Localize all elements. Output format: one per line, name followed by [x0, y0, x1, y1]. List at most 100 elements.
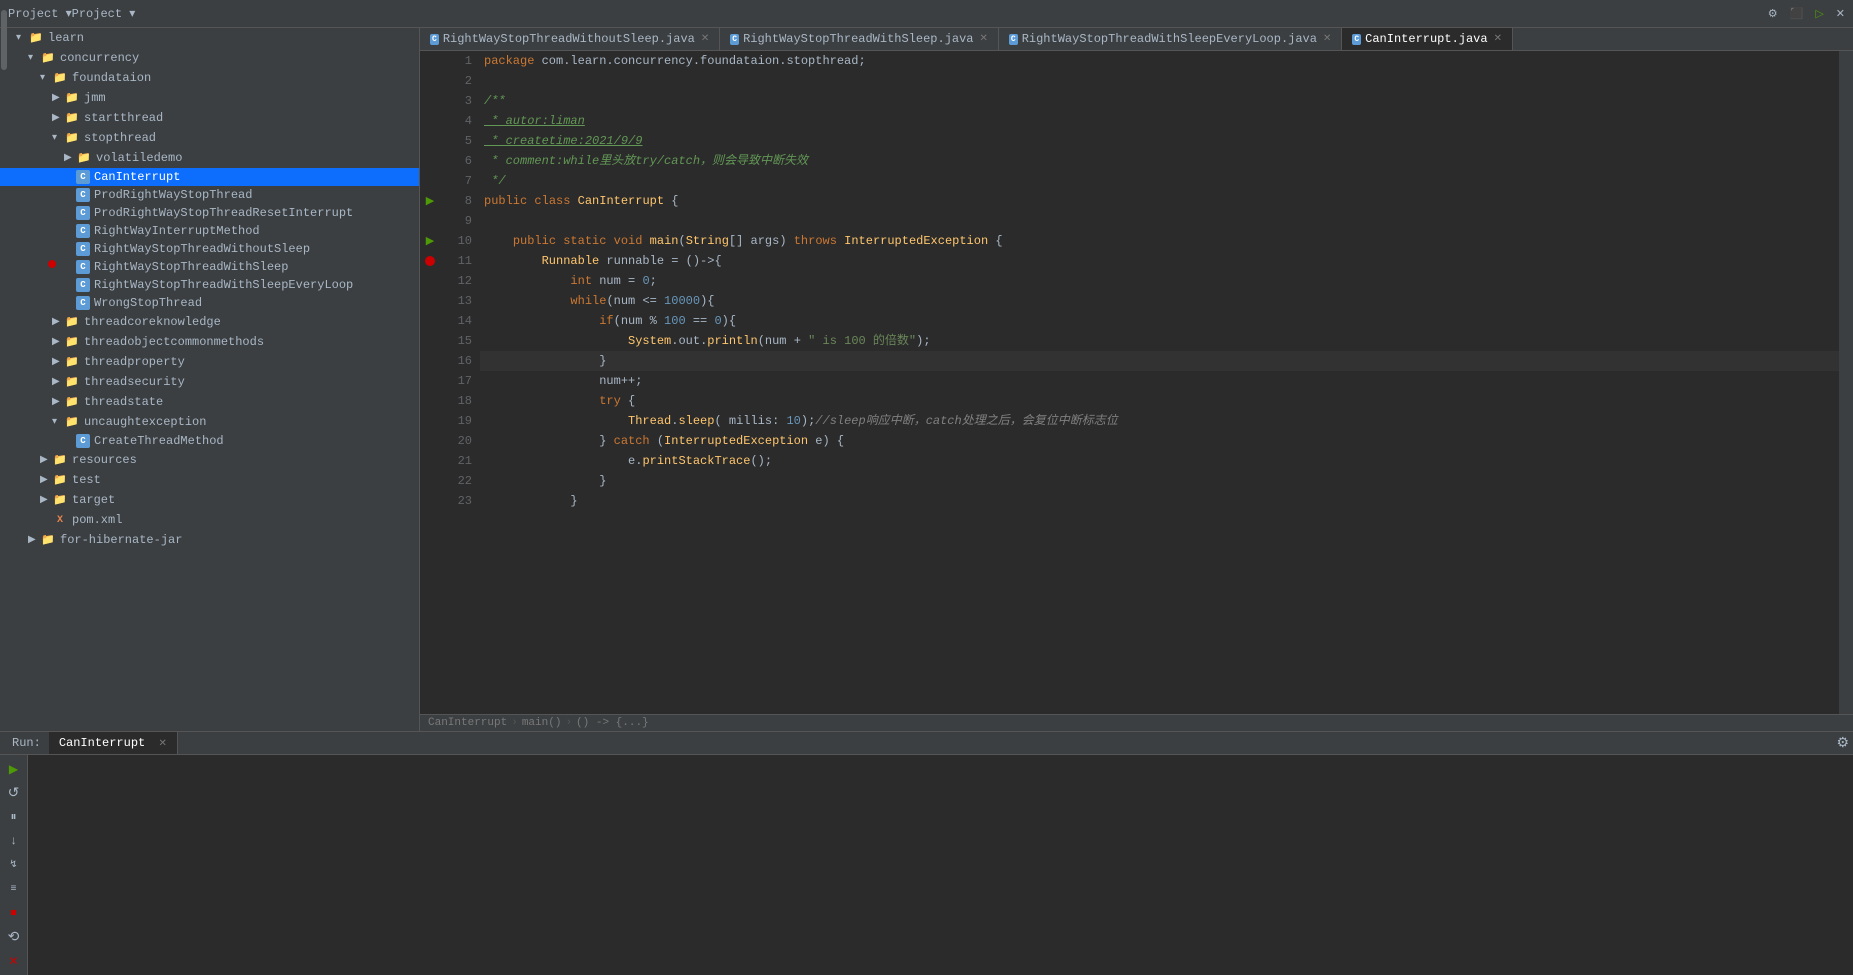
sidebar-item-jmm[interactable]: ▶ 📁 jmm: [0, 88, 419, 108]
gutter-21: [420, 451, 440, 471]
run-dump-button[interactable]: ≡: [4, 879, 24, 899]
breadcrumb-part-2[interactable]: main(): [522, 717, 562, 729]
sidebar-item-uncaughtexception[interactable]: ▾ 📁 uncaughtexception: [0, 412, 419, 432]
tab-java-icon-4: C: [1352, 34, 1361, 45]
sidebar-item-threadobjectcommonmethods[interactable]: ▶ 📁 threadobjectcommonmethods: [0, 332, 419, 352]
folder-icon-learn: 📁: [28, 30, 44, 46]
code-line-12: int num = 0;: [480, 271, 1839, 291]
ln-8: 8: [448, 191, 472, 211]
java-icon-ProdRightWayStopThread: C: [76, 188, 90, 202]
tab-RightWayStopThreadWithSleep[interactable]: C RightWayStopThreadWithSleep.java ✕: [720, 28, 999, 50]
sidebar-item-CanInterrupt[interactable]: C CanInterrupt: [0, 168, 419, 186]
run-stop-button[interactable]: ⏹: [4, 903, 24, 923]
sidebar-item-stopthread[interactable]: ▾ 📁 stopthread: [0, 128, 419, 148]
java-icon-RightWayStopThreadWithSleepEveryLoop: C: [76, 278, 90, 292]
ln-2: 2: [448, 71, 472, 91]
arrow-volatiledemo: ▶: [64, 152, 76, 164]
run-close-button[interactable]: ✕: [4, 951, 24, 971]
tab-CanInterrupt[interactable]: C CanInterrupt.java ✕: [1342, 28, 1513, 50]
sidebar-item-threadstate[interactable]: ▶ 📁 threadstate: [0, 392, 419, 412]
folder-icon-threadproperty: 📁: [64, 354, 80, 370]
ln-3: 3: [448, 91, 472, 111]
sidebar-item-threadproperty[interactable]: ▶ 📁 threadproperty: [0, 352, 419, 372]
code-editor[interactable]: ▶ ▶: [420, 51, 1839, 714]
line-numbers: 1 2 3 4 5 6 7 8 9 10 11 12 13 14: [440, 51, 480, 714]
layout-icon[interactable]: ⬛: [1790, 7, 1804, 21]
sidebar-item-ProdRightWayStopThreadResetInterrupt[interactable]: C ProdRightWayStopThreadResetInterrupt: [0, 204, 419, 222]
gutter-11-break[interactable]: [420, 251, 440, 271]
folder-icon-threadobjectcommonmethods: 📁: [64, 334, 80, 350]
sidebar-item-pom[interactable]: X pom.xml: [0, 510, 419, 530]
run-settings-area: ⚙: [1836, 735, 1849, 752]
sidebar-item-WrongStopThread[interactable]: C WrongStopThread: [0, 294, 419, 312]
tab-RightWayStopThreadWithoutSleep[interactable]: C RightWayStopThreadWithoutSleep.java ✕: [420, 28, 720, 50]
run-play-button[interactable]: ▶: [4, 759, 24, 779]
label-RightWayInterruptMethod: RightWayInterruptMethod: [94, 224, 260, 238]
settings-action-icon[interactable]: ⚙: [1768, 7, 1778, 21]
editor-container: C RightWayStopThreadWithoutSleep.java ✕ …: [420, 28, 1853, 731]
sidebar-item-foundataion[interactable]: ▾ 📁 foundataion: [0, 68, 419, 88]
ln-6: 6: [448, 151, 472, 171]
sidebar-item-ProdRightWayStopThread[interactable]: C ProdRightWayStopThread: [0, 186, 419, 204]
gutter-10-run[interactable]: ▶: [420, 231, 440, 251]
gutter-5: [420, 131, 440, 151]
tab-close-4[interactable]: ✕: [1494, 33, 1502, 45]
gutter-7: [420, 171, 440, 191]
arrow-foundataion: ▾: [40, 72, 52, 84]
gutter-3: [420, 91, 440, 111]
arrow-resources: ▶: [40, 454, 52, 466]
run-pause-button[interactable]: ⏸: [4, 807, 24, 827]
sidebar-item-resources[interactable]: ▶ 📁 resources: [0, 450, 419, 470]
tab-close-1[interactable]: ✕: [701, 33, 709, 45]
close-action-icon[interactable]: ✕: [1836, 7, 1845, 21]
gutter-2: [420, 71, 440, 91]
xml-icon-pom: X: [52, 512, 68, 528]
project-title[interactable]: Project ▾: [8, 6, 72, 21]
arrow-jmm: ▶: [52, 92, 64, 104]
run-step-into-button[interactable]: ↯: [4, 855, 24, 875]
folder-icon-uncaughtexception: 📁: [64, 414, 80, 430]
folder-icon-foundataion: 📁: [52, 70, 68, 86]
sidebar-item-learn[interactable]: ▾ 📁 learn: [0, 28, 419, 48]
tab-close-2[interactable]: ✕: [980, 33, 988, 45]
code-line-17: num++;: [480, 371, 1839, 391]
run-action-icon[interactable]: ▷: [1815, 7, 1823, 21]
tab-label-4: CanInterrupt.java: [1365, 32, 1487, 46]
sidebar-item-concurrency[interactable]: ▾ 📁 concurrency: [0, 48, 419, 68]
sidebar-item-RightWayInterruptMethod[interactable]: C RightWayInterruptMethod: [0, 222, 419, 240]
label-uncaughtexception: uncaughtexception: [84, 415, 206, 429]
code-line-14: if(num % 100 == 0){: [480, 311, 1839, 331]
run-step-down-button[interactable]: ↓: [4, 831, 24, 851]
gutter-16: [420, 351, 440, 371]
sidebar-item-RightWayStopThreadWithSleepEveryLoop[interactable]: C RightWayStopThreadWithSleepEveryLoop: [0, 276, 419, 294]
run-tab-close[interactable]: ✕: [158, 739, 166, 750]
code-line-4: * autor:liman: [480, 111, 1839, 131]
sidebar-item-test[interactable]: ▶ 📁 test: [0, 470, 419, 490]
arrow-uncaughtexception: ▾: [52, 416, 64, 428]
gutter-9: [420, 211, 440, 231]
sidebar-item-threadsecurity[interactable]: ▶ 📁 threadsecurity: [0, 372, 419, 392]
gutter-8-run[interactable]: ▶: [420, 191, 440, 211]
sidebar-item-startthread[interactable]: ▶ 📁 startthread: [0, 108, 419, 128]
sidebar-item-CreateThreadMethod[interactable]: C CreateThreadMethod: [0, 432, 419, 450]
run-rerun-button[interactable]: ↺: [4, 783, 24, 803]
arrow-threadsecurity: ▶: [52, 376, 64, 388]
sidebar-item-for-hibernate-jar[interactable]: ▶ 📁 for-hibernate-jar: [0, 530, 419, 550]
breadcrumb-part-1[interactable]: CanInterrupt: [428, 717, 507, 729]
sidebar-item-RightWayStopThreadWithoutSleep[interactable]: C RightWayStopThreadWithoutSleep: [0, 240, 419, 258]
code-lines[interactable]: package com.learn.concurrency.foundataio…: [480, 51, 1839, 714]
breakpoint-dot-11[interactable]: [425, 256, 435, 266]
tab-close-3[interactable]: ✕: [1323, 33, 1331, 45]
folder-icon-test: 📁: [52, 472, 68, 488]
sidebar-item-RightWayStopThreadWithSleep[interactable]: C RightWayStopThreadWithSleep: [0, 258, 419, 276]
sidebar-item-volatiledemo[interactable]: ▶ 📁 volatiledemo: [0, 148, 419, 168]
tab-RightWayStopThreadWithSleepEveryLoop[interactable]: C RightWayStopThreadWithSleepEveryLoop.j…: [999, 28, 1342, 50]
run-settings-icon[interactable]: ⚙: [1836, 736, 1849, 752]
run-restore-button[interactable]: ⟲: [4, 927, 24, 947]
sidebar-item-target[interactable]: ▶ 📁 target: [0, 490, 419, 510]
code-line-1: package com.learn.concurrency.foundataio…: [480, 51, 1839, 71]
breadcrumb-part-3[interactable]: () -> {...}: [576, 717, 649, 729]
sidebar-item-threadcoreknowledge[interactable]: ▶ 📁 threadcoreknowledge: [0, 312, 419, 332]
run-tab-CanInterrupt[interactable]: CanInterrupt ✕: [49, 732, 178, 754]
main-area: ▾ 📁 learn ▾ 📁 concurrency ▾ 📁 foundataio…: [0, 28, 1853, 731]
